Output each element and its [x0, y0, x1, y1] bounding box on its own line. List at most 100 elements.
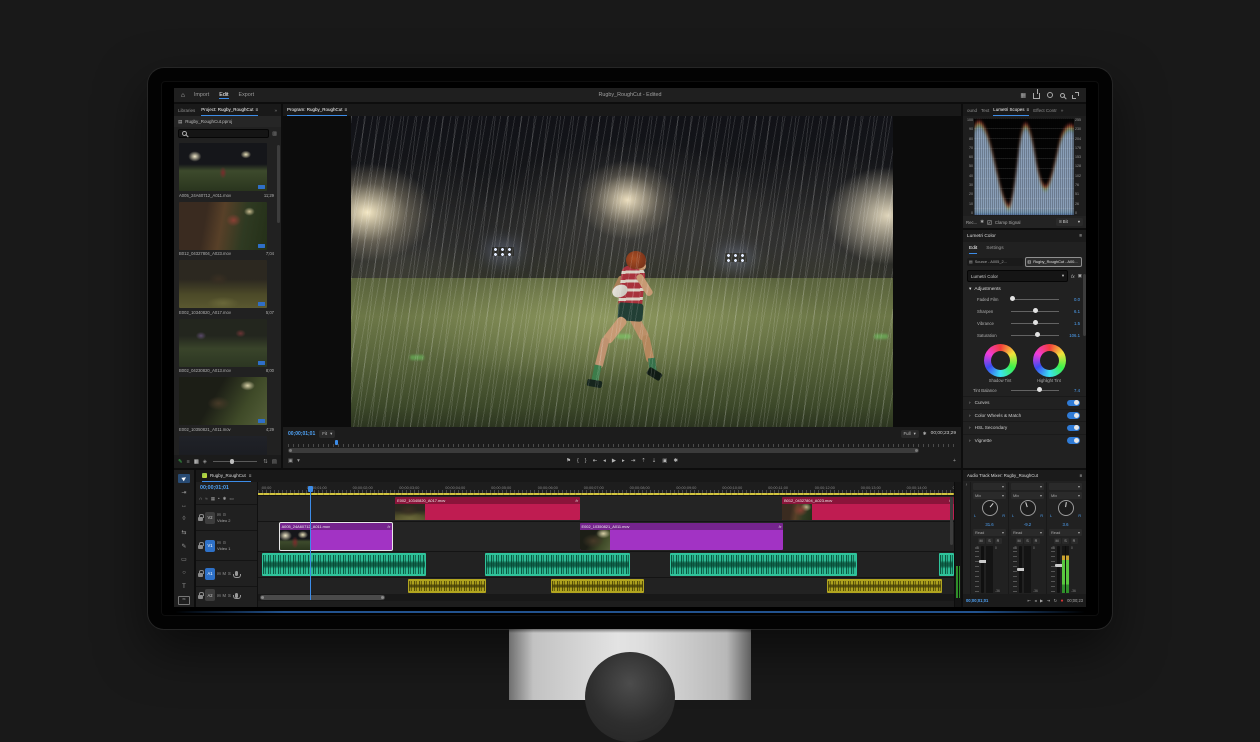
- tab-effect-controls[interactable]: Effect Contr: [1033, 108, 1057, 113]
- automation-mode-select[interactable]: Read ▾: [1011, 529, 1044, 536]
- bin-clip-a005[interactable]: A005_24A60712_A011.mov 11;29: [179, 143, 274, 198]
- slider-value[interactable]: 1.5: [1063, 321, 1080, 326]
- sort-button[interactable]: ⇅: [263, 459, 268, 465]
- camera-icon[interactable]: ▣: [1078, 273, 1082, 279]
- slider-knob[interactable]: [1035, 332, 1040, 337]
- clip-thumbnail[interactable]: [179, 436, 267, 456]
- clip-thumbnail[interactable]: [179, 202, 267, 250]
- panel-menu-icon[interactable]: ≡: [249, 473, 252, 478]
- chevron-down-icon[interactable]: ▾: [969, 287, 971, 292]
- solo-button[interactable]: S: [1024, 538, 1031, 544]
- bin-clip-e002-a011[interactable]: E002_10350821_A011.mov 4;29: [179, 377, 274, 432]
- mixer-loop-button[interactable]: ↻: [1054, 598, 1057, 603]
- automation-mode-select[interactable]: Read ▾: [973, 529, 1006, 536]
- section-toggle[interactable]: [1067, 412, 1080, 419]
- record-arm-button[interactable]: R: [1033, 538, 1040, 544]
- mic-icon[interactable]: [235, 571, 238, 576]
- insert-select[interactable]: ▾: [973, 483, 1006, 490]
- markers-icon[interactable]: ▣: [288, 458, 293, 464]
- slider-track[interactable]: [1011, 323, 1059, 324]
- captions-icon[interactable]: ▭: [229, 496, 233, 502]
- slider-knob[interactable]: [1033, 308, 1038, 313]
- solo-button[interactable]: S: [228, 593, 231, 598]
- razor-tool[interactable]: ◊: [178, 515, 190, 524]
- timeline-clip-e002-a011[interactable]: E002_10350821_A011.movfx: [580, 523, 784, 550]
- mute-button[interactable]: M: [978, 538, 985, 544]
- project-file-row[interactable]: ▤ Rugby_RoughCut.pproj: [174, 116, 281, 127]
- clamp-signal-checkbox[interactable]: ✓: [987, 220, 992, 225]
- thumbnail-zoom-slider[interactable]: [213, 461, 257, 462]
- sequence-clip-button[interactable]: ▥ Rugby_RoughCut - A00...: [1025, 257, 1083, 267]
- bin-clip-b012[interactable]: B012_04327804_A023.mov 7;04: [179, 202, 274, 257]
- tab-lumetri-scopes[interactable]: Lumetri Scopes ≡: [993, 105, 1029, 116]
- pan-value[interactable]: 3.6: [1049, 522, 1082, 528]
- output-select[interactable]: Mix ▾: [1049, 492, 1082, 499]
- section-hsl-secondary[interactable]: › HSL Secondary: [963, 421, 1086, 434]
- audio1-clip-3[interactable]: [670, 553, 857, 576]
- lock-icon[interactable]: [198, 595, 203, 599]
- sync-lock-icon[interactable]: ⊟: [217, 512, 221, 517]
- lock-icon[interactable]: [198, 545, 203, 549]
- section-toggle[interactable]: [1067, 437, 1080, 444]
- tint-balance-track[interactable]: [1011, 390, 1059, 391]
- effect-select[interactable]: Lumetri Color ▾: [967, 270, 1068, 282]
- project-scrollbar[interactable]: [277, 145, 280, 223]
- volume-fader[interactable]: [1057, 546, 1060, 593]
- selection-tool[interactable]: ▶: [178, 474, 190, 483]
- go-to-out-button[interactable]: ⇥: [631, 458, 636, 464]
- chevron-right-icon[interactable]: ›: [969, 438, 971, 443]
- chevron-down-icon[interactable]: ▾: [297, 458, 300, 464]
- bin-clip-e002-a017[interactable]: E002_10340820_A017.mov 5;07: [179, 260, 274, 315]
- audio1-clip-1[interactable]: [262, 553, 426, 576]
- panel-menu-icon[interactable]: ≡: [345, 107, 348, 112]
- search-icon[interactable]: [1060, 93, 1065, 98]
- mute-button[interactable]: M: [1016, 538, 1023, 544]
- tab-edit[interactable]: Edit: [969, 243, 977, 254]
- track-badge[interactable]: A2: [205, 589, 215, 601]
- timeline-timecode[interactable]: 00;00;01;01: [196, 482, 257, 493]
- play-button[interactable]: ▶: [612, 458, 616, 464]
- insert-select[interactable]: ▾: [1049, 483, 1082, 490]
- slider-value[interactable]: 106.1: [1063, 333, 1080, 338]
- pan-knob[interactable]: [1020, 500, 1036, 516]
- linked-selection-icon[interactable]: ≈: [205, 496, 207, 501]
- mixer-play-button[interactable]: ▶: [1040, 598, 1043, 603]
- solo-button[interactable]: S: [986, 538, 993, 544]
- type-tool[interactable]: T: [178, 582, 190, 591]
- eye-icon[interactable]: ⊙: [223, 512, 227, 517]
- track-header-v1[interactable]: V1 ⊟⊙ Video 1: [196, 530, 257, 560]
- panel-menu-icon[interactable]: ≡: [1027, 107, 1030, 112]
- hand-tool[interactable]: ○: [178, 569, 190, 578]
- output-select[interactable]: Mix ▾: [973, 492, 1006, 499]
- bin-clip-b002[interactable]: B002_04230820_A013.mov 8;00: [179, 319, 274, 374]
- lock-icon[interactable]: [198, 573, 203, 577]
- program-timecode[interactable]: 00;00;01;01: [288, 431, 315, 437]
- playback-resolution-select[interactable]: Full ▾: [901, 430, 919, 438]
- track-badge[interactable]: V1: [205, 540, 215, 552]
- tint-balance-knob[interactable]: [1037, 387, 1042, 392]
- search-box[interactable]: [178, 129, 269, 138]
- clip-thumbnail[interactable]: [179, 260, 267, 308]
- audio2-clip-3[interactable]: [827, 579, 943, 593]
- more-panels-icon[interactable]: »: [1061, 108, 1064, 113]
- progress-circle-icon[interactable]: [1047, 92, 1053, 98]
- track-select-tool[interactable]: ⇥: [178, 488, 190, 497]
- sync-lock-icon[interactable]: ⊟: [217, 593, 221, 598]
- record-arm-button[interactable]: R: [1071, 538, 1078, 544]
- timeline-clip-a005-selected[interactable]: A005_24A60712_A011.movfx: [280, 523, 393, 550]
- mic-icon[interactable]: [235, 593, 238, 598]
- hscroll-thumb[interactable]: [260, 595, 385, 600]
- tab-sound[interactable]: ound: [967, 108, 977, 113]
- timeline-playhead[interactable]: [310, 486, 311, 600]
- insert-select[interactable]: ▾: [1011, 483, 1044, 490]
- track-header-v2[interactable]: V2 ⊟⊙ Video 2: [196, 504, 257, 530]
- audio1-clip-4[interactable]: [939, 553, 954, 576]
- bit-depth-select[interactable]: 8 Bit ▾: [1056, 218, 1083, 226]
- timeline-settings-icon[interactable]: ▦: [211, 496, 215, 502]
- solo-button[interactable]: S: [228, 571, 231, 576]
- add-marker-icon[interactable]: •: [218, 496, 220, 501]
- audio2-clip-2[interactable]: [551, 579, 644, 593]
- slider-value[interactable]: 0.0: [1063, 297, 1080, 302]
- sync-lock-icon[interactable]: ⊟: [217, 571, 221, 576]
- menu-edit[interactable]: Edit: [219, 92, 228, 99]
